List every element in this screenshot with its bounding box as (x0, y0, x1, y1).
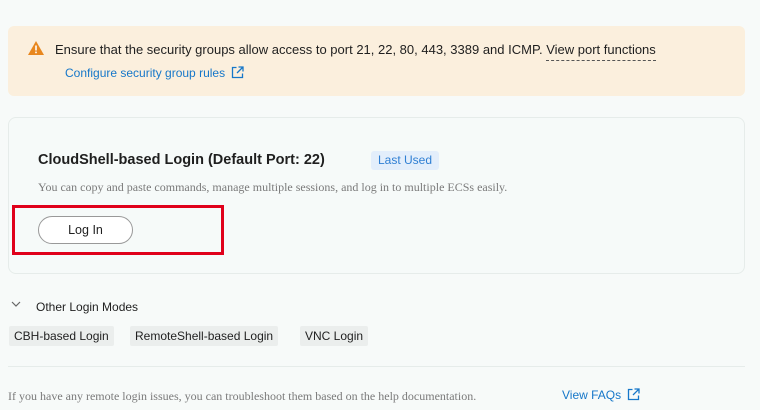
view-faqs-label: View FAQs (562, 388, 622, 402)
warning-message: Ensure that the security groups allow ac… (55, 42, 656, 61)
external-link-icon (231, 66, 244, 79)
chevron-down-icon[interactable] (10, 299, 22, 309)
cbh-login-option[interactable]: CBH-based Login (9, 326, 114, 346)
remoteshell-login-option[interactable]: RemoteShell-based Login (130, 326, 279, 346)
cloudshell-login-title: CloudShell-based Login (Default Port: 22… (38, 152, 325, 168)
warning-icon (28, 41, 44, 55)
view-faqs-link[interactable]: View FAQs (562, 388, 640, 402)
warning-text: Ensure that the security groups allow ac… (55, 42, 543, 57)
log-in-button[interactable]: Log In (38, 216, 133, 244)
help-footer-text: If you have any remote login issues, you… (8, 389, 477, 403)
divider (8, 366, 745, 367)
security-warning-banner: Ensure that the security groups allow ac… (8, 26, 745, 96)
other-login-modes-toggle[interactable]: Other Login Modes (36, 300, 138, 314)
configure-security-group-link[interactable]: Configure security group rules (65, 66, 244, 80)
configure-security-group-label: Configure security group rules (65, 66, 226, 80)
view-port-functions-link[interactable]: View port functions (546, 42, 656, 61)
cloudshell-login-description: You can copy and paste commands, manage … (38, 180, 508, 194)
external-link-icon (627, 388, 640, 401)
vnc-login-option[interactable]: VNC Login (300, 326, 369, 346)
last-used-badge: Last Used (371, 151, 440, 170)
